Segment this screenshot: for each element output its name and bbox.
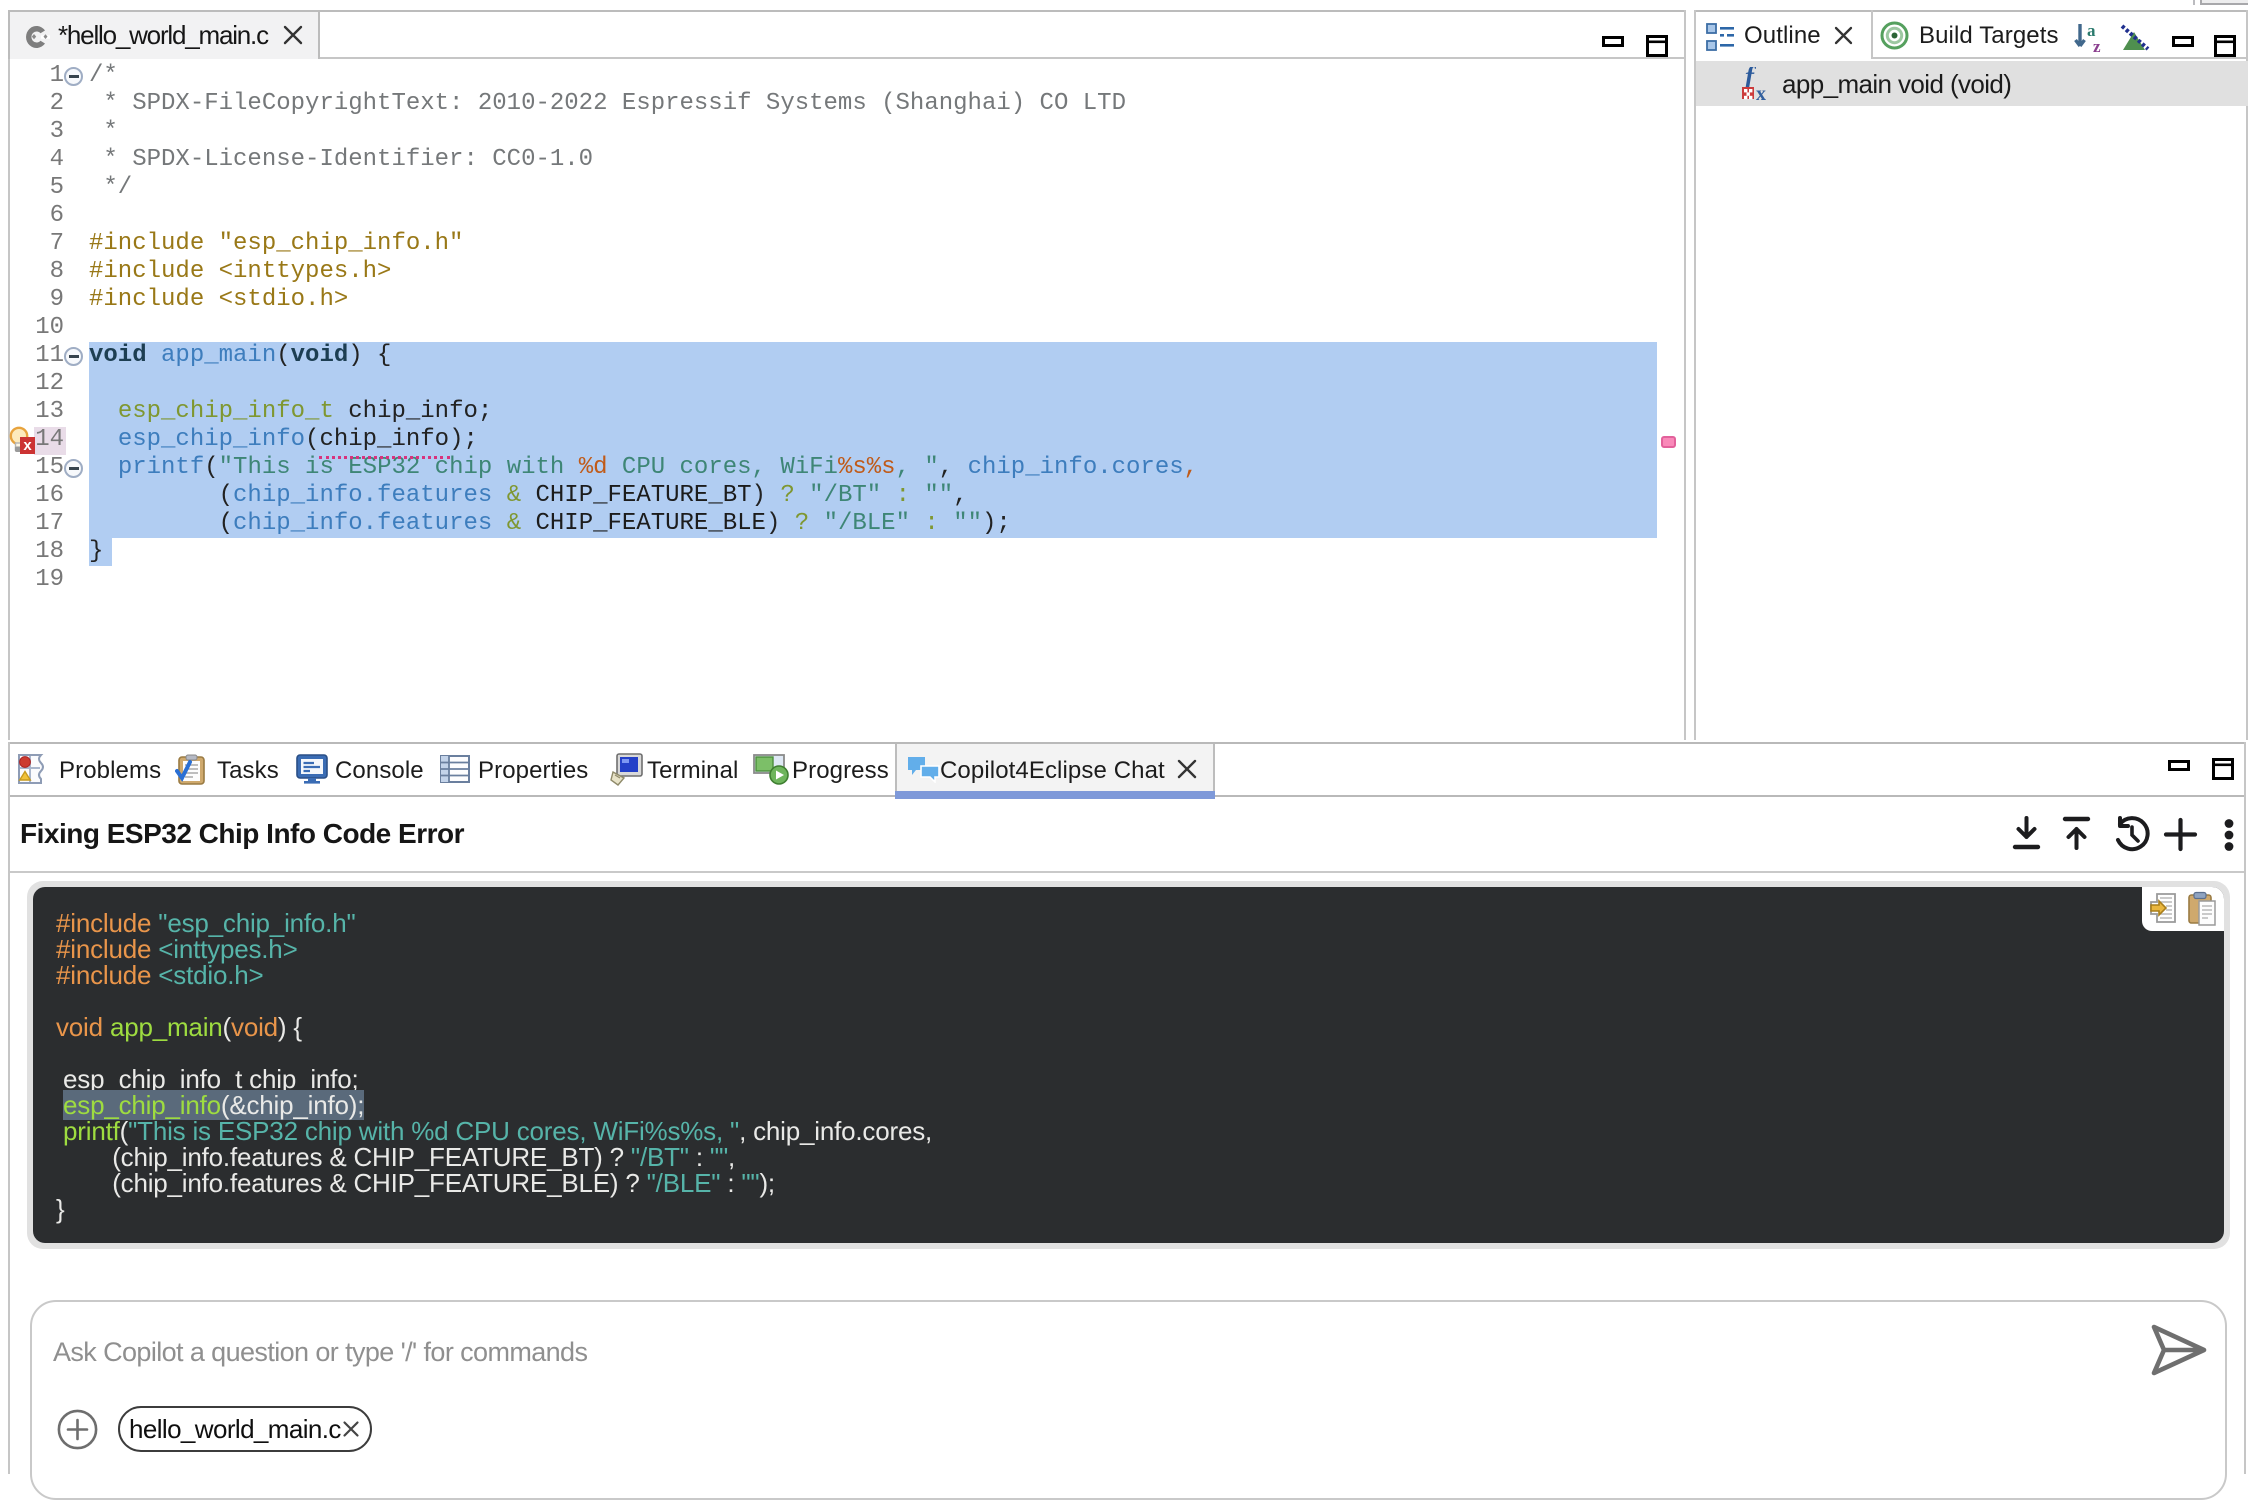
svg-text:x: x	[1756, 83, 1766, 103]
svg-text:z: z	[2093, 37, 2101, 54]
